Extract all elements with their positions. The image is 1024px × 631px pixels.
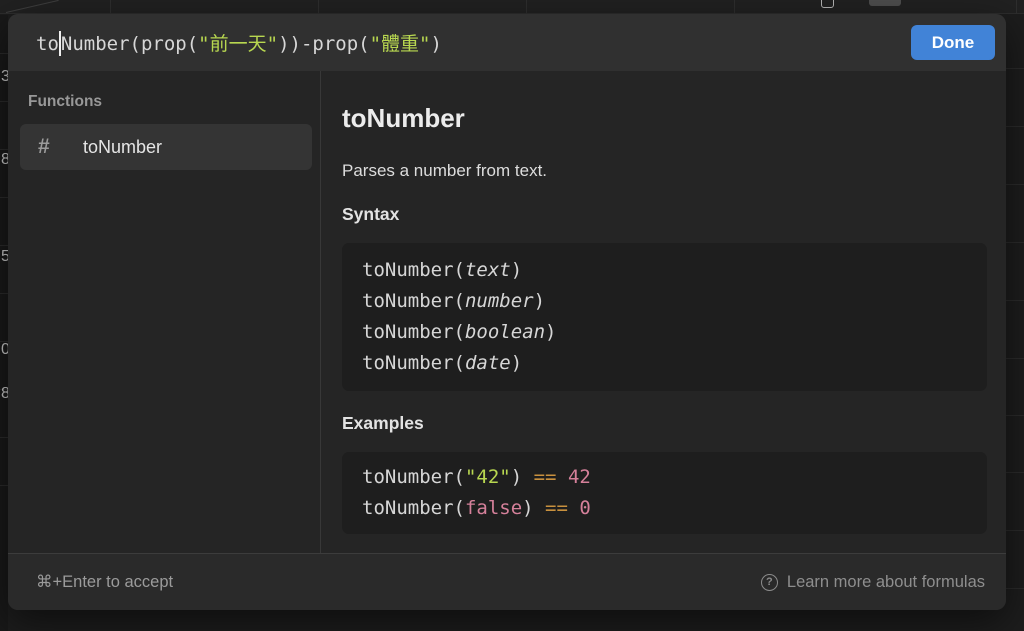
background-row-divider bbox=[1006, 472, 1024, 473]
function-docs-panel: toNumber Parses a number from text. Synt… bbox=[321, 71, 1006, 553]
background-column-divider bbox=[734, 0, 735, 14]
background-column-divider bbox=[110, 0, 111, 14]
function-description: Parses a number from text. bbox=[342, 160, 987, 182]
background-toolbar-remnant bbox=[869, 0, 901, 6]
background-row-divider bbox=[1006, 300, 1024, 301]
background-row-divider bbox=[1006, 126, 1024, 127]
formula-input-bar[interactable]: toNumber(prop("前一天"))-prop("體重") Done bbox=[8, 14, 1006, 71]
syntax-code-block: toNumber(text)toNumber(number)toNumber(b… bbox=[342, 243, 987, 391]
formula-editor-body: Functions # toNumber toNumber Parses a n… bbox=[8, 71, 1006, 553]
background-table-left-edge: 3 8 5 0 8 bbox=[0, 15, 8, 631]
background-row-divider bbox=[0, 197, 8, 198]
background-row-divider bbox=[1006, 68, 1024, 69]
syntax-heading: Syntax bbox=[342, 204, 987, 225]
background-row-divider bbox=[1006, 242, 1024, 243]
background-cell-digit: 8 bbox=[1, 150, 8, 170]
background-row-divider bbox=[1006, 588, 1024, 589]
accept-shortcut-hint: ⌘+Enter to accept bbox=[36, 572, 173, 592]
functions-section-label: Functions bbox=[8, 94, 320, 110]
background-table-header-strip bbox=[0, 0, 1024, 14]
background-row-divider bbox=[1006, 358, 1024, 359]
formula-editor-footer: ⌘+Enter to accept ? Learn more about for… bbox=[8, 553, 1006, 610]
background-row-divider bbox=[0, 293, 8, 294]
sidebar-item-label: toNumber bbox=[83, 137, 162, 158]
background-cell-digit: 5 bbox=[1, 247, 8, 267]
background-row-divider bbox=[0, 485, 8, 486]
functions-sidebar: Functions # toNumber bbox=[8, 71, 321, 553]
background-cell-digit: 0 bbox=[1, 340, 8, 360]
background-row-divider bbox=[1006, 184, 1024, 185]
formula-editor-modal: toNumber(prop("前一天"))-prop("體重") Done Fu… bbox=[8, 14, 1006, 610]
hash-icon: # bbox=[38, 135, 62, 159]
background-column-divider bbox=[318, 0, 319, 14]
background-diagonal-line bbox=[6, 0, 59, 13]
function-title: toNumber bbox=[342, 103, 987, 133]
background-column-divider bbox=[526, 0, 527, 14]
background-row-divider bbox=[0, 437, 8, 438]
formula-expression-input[interactable]: toNumber(prop("前一天"))-prop("體重") bbox=[36, 29, 911, 56]
background-row-divider bbox=[0, 101, 8, 102]
background-cell-digit: 8 bbox=[1, 384, 8, 404]
background-column-divider bbox=[1016, 0, 1017, 14]
examples-heading: Examples bbox=[342, 413, 987, 434]
background-table-right-edge bbox=[1006, 15, 1024, 631]
examples-code-block: toNumber("42") == 42toNumber(false) == 0 bbox=[342, 452, 987, 534]
background-cell-digit: 3 bbox=[1, 67, 8, 87]
learn-more-label: Learn more about formulas bbox=[787, 573, 985, 592]
help-circle-icon: ? bbox=[761, 574, 778, 591]
background-row-divider bbox=[1006, 530, 1024, 531]
learn-more-link[interactable]: ? Learn more about formulas bbox=[761, 573, 985, 592]
background-row-divider bbox=[1006, 415, 1024, 416]
done-button[interactable]: Done bbox=[911, 25, 995, 60]
background-row-divider bbox=[0, 53, 8, 54]
background-square-icon bbox=[821, 0, 834, 8]
sidebar-item-tonumber[interactable]: # toNumber bbox=[20, 124, 312, 170]
background-row-divider bbox=[0, 245, 8, 246]
